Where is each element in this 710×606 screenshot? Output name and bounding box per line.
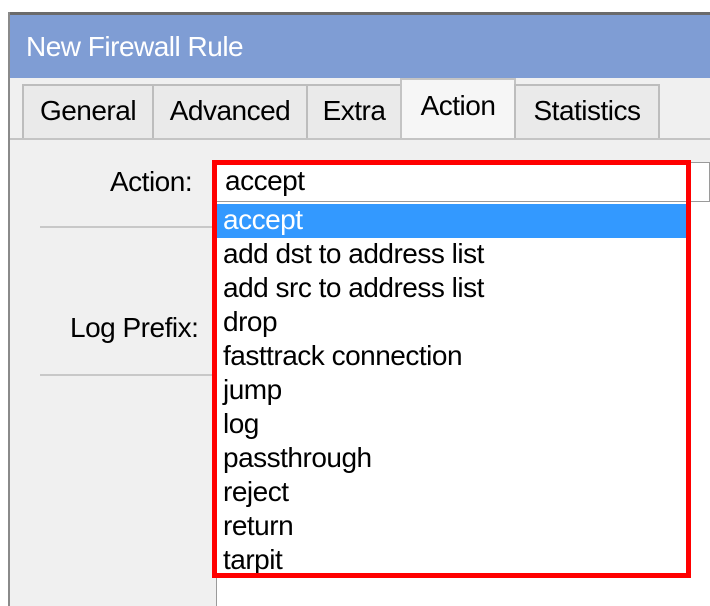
tab-statistics[interactable]: Statistics bbox=[514, 84, 660, 138]
firewall-rule-window: New Firewall Rule General Advanced Extra… bbox=[0, 0, 710, 606]
dropdown-option-accept[interactable]: accept bbox=[217, 204, 687, 238]
section-separator bbox=[40, 374, 216, 376]
tab-bar: General Advanced Extra Action Statistics bbox=[10, 78, 710, 140]
dropdown-option-jump[interactable]: jump bbox=[217, 374, 687, 408]
window-top-edge bbox=[0, 0, 710, 12]
dropdown-option-add-dst-to-address-list[interactable]: add dst to address list bbox=[217, 238, 687, 272]
tab-advanced[interactable]: Advanced bbox=[152, 84, 308, 138]
log-prefix-label: Log Prefix: bbox=[70, 312, 199, 343]
dropdown-option-passthrough[interactable]: passthrough bbox=[217, 442, 687, 476]
tab-general[interactable]: General bbox=[22, 84, 154, 138]
dropdown-option-tarpit[interactable]: tarpit bbox=[217, 544, 687, 578]
tab-action[interactable]: Action bbox=[400, 78, 516, 140]
action-select-value: accept bbox=[225, 165, 305, 196]
action-select[interactable]: accept bbox=[216, 162, 710, 202]
action-dropdown-list[interactable]: accept add dst to address list add src t… bbox=[216, 202, 710, 606]
window-left-border bbox=[0, 12, 10, 606]
dropdown-option-log[interactable]: log bbox=[217, 408, 687, 442]
dropdown-option-add-src-to-address-list[interactable]: add src to address list bbox=[217, 272, 687, 306]
section-separator bbox=[40, 226, 216, 228]
window-titlebar[interactable]: New Firewall Rule bbox=[10, 12, 710, 78]
action-label: Action: bbox=[110, 166, 193, 197]
dropdown-option-drop[interactable]: drop bbox=[217, 306, 687, 340]
dropdown-option-fasttrack-connection[interactable]: fasttrack connection bbox=[217, 340, 687, 374]
tab-extra[interactable]: Extra bbox=[306, 84, 402, 138]
dropdown-option-return[interactable]: return bbox=[217, 510, 687, 544]
dropdown-option-reject[interactable]: reject bbox=[217, 476, 687, 510]
window-title: New Firewall Rule bbox=[26, 31, 244, 62]
